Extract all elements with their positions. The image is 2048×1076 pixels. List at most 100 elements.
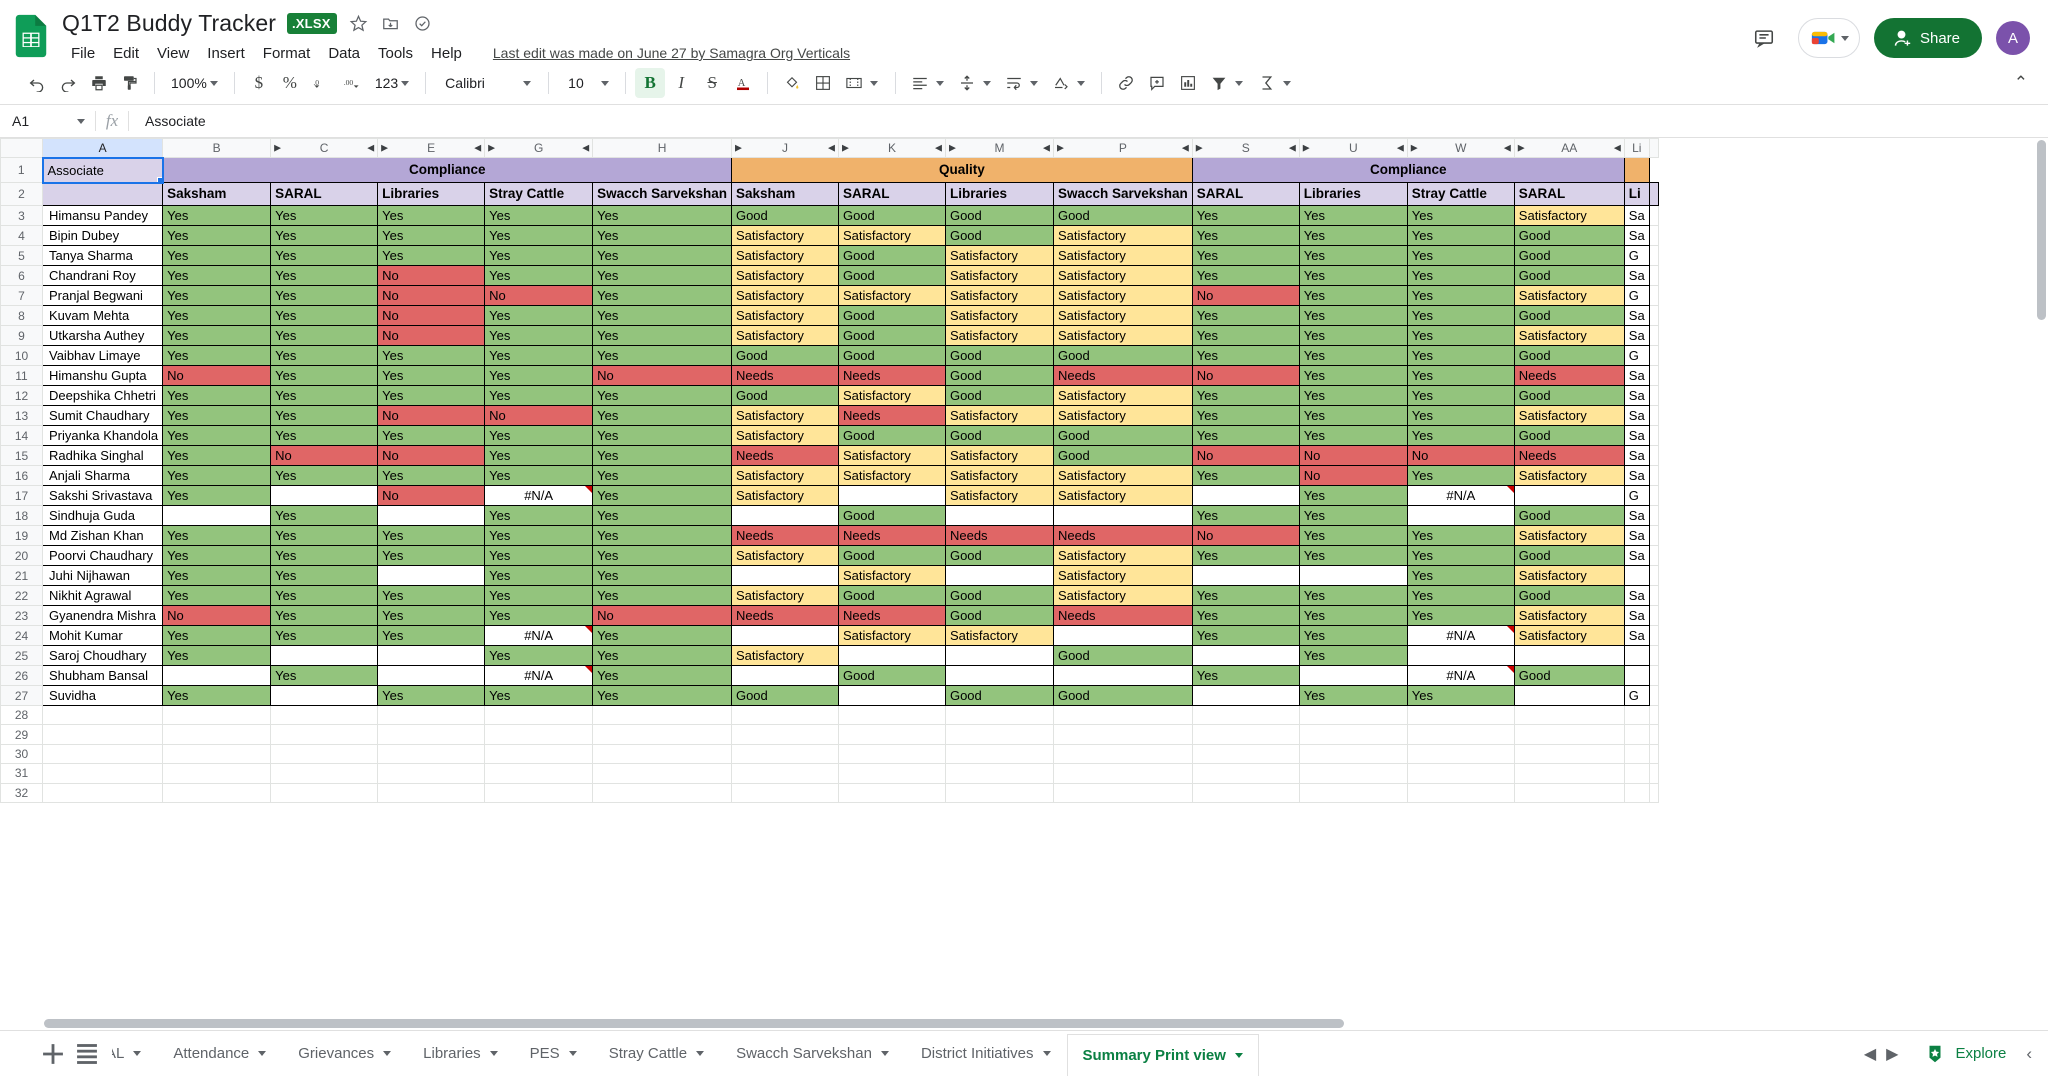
data-cell[interactable]: Yes [1191,505,1300,526]
data-cell[interactable]: Good [944,385,1054,406]
data-cell[interactable]: Yes [592,265,732,286]
empty-cell[interactable] [837,782,946,803]
data-cell[interactable]: Yes [1191,425,1300,446]
data-cell[interactable]: Satisfactory [730,265,839,286]
empty-cell[interactable] [1298,782,1408,803]
associate-name-cell[interactable]: Sumit Chaudhary [41,405,164,426]
data-cell[interactable]: Yes [484,545,594,566]
empty-cell[interactable] [1513,704,1625,726]
associate-name-cell[interactable]: Radhika Singhal [41,445,164,466]
empty-cell[interactable] [730,782,839,803]
data-cell[interactable]: Sa [1623,545,1650,566]
menu-edit[interactable]: Edit [104,43,148,64]
data-cell[interactable]: No [377,285,486,306]
data-cell[interactable]: Good [944,225,1054,246]
chevron-down-icon[interactable] [1042,1051,1051,1056]
group-header-compliance-0[interactable]: Compliance [162,157,732,183]
data-cell[interactable]: Needs [730,605,839,626]
data-cell[interactable] [730,505,839,526]
horizontal-align-icon[interactable] [905,68,935,98]
collapse-left-icon[interactable]: ◀ [1504,143,1511,154]
data-cell[interactable]: Satisfactory [1513,205,1625,226]
data-cell[interactable]: Good [837,345,946,366]
row-header-6[interactable]: 6 [0,265,43,286]
data-cell[interactable]: No [377,325,486,346]
data-cell[interactable]: Good [837,665,946,686]
data-cell-extra[interactable] [1648,625,1659,646]
empty-cell[interactable] [1298,763,1408,784]
collapse-left-icon[interactable]: ◀ [1043,143,1050,154]
number-format-selector[interactable]: 123 [368,68,416,98]
empty-cell[interactable] [162,763,272,784]
tab-prev-icon[interactable]: ◀ [1864,1044,1876,1064]
data-cell[interactable]: Yes [592,465,732,486]
data-cell[interactable]: Good [1513,545,1625,566]
data-cell[interactable]: Yes [162,565,272,586]
empty-cell[interactable] [377,782,486,803]
data-cell[interactable]: Yes [1406,585,1515,606]
column-header-m[interactable]: M ◀ ▶ [944,138,1054,158]
data-cell[interactable]: Yes [1406,285,1515,306]
decrease-decimal-icon[interactable]: .0 [306,68,336,98]
data-cell[interactable]: #N/A [484,625,594,646]
data-cell-extra[interactable] [1648,245,1659,266]
column-header-b[interactable]: B [162,138,272,158]
data-cell[interactable]: Yes [162,485,272,506]
data-cell-extra[interactable] [1648,525,1659,546]
data-cell[interactable] [1052,665,1193,686]
name-box[interactable]: A1 [0,105,95,137]
associate-name-cell[interactable]: Chandrani Roy [41,265,164,286]
data-cell[interactable] [377,505,486,526]
data-cell[interactable]: Yes [162,625,272,646]
menu-format[interactable]: Format [254,43,320,64]
data-cell[interactable]: Yes [484,245,594,266]
associate-name-cell[interactable]: Gyanendra Mishra [41,605,164,626]
empty-cell[interactable] [1052,724,1193,745]
collapse-right-icon[interactable]: ▶ [381,143,388,154]
sheet-tab-attendance[interactable]: Attendance [157,1031,282,1076]
data-cell[interactable]: Good [1513,385,1625,406]
data-cell[interactable] [377,645,486,666]
data-cell[interactable] [1052,625,1193,646]
data-cell[interactable]: Yes [162,405,272,426]
data-cell[interactable] [944,645,1054,666]
data-cell[interactable]: Yes [377,685,486,706]
row-header-1[interactable]: 1 [0,157,43,183]
data-cell[interactable]: Yes [484,565,594,586]
associate-name-cell[interactable]: Priyanka Khandola [41,425,164,446]
vertical-scrollbar[interactable] [2034,138,2048,1030]
chevron-down-icon[interactable] [568,1051,577,1056]
data-cell[interactable]: No [1191,525,1300,546]
data-cell[interactable] [730,565,839,586]
data-cell[interactable]: Yes [270,265,379,286]
data-cell[interactable]: No [377,305,486,326]
row-header-10[interactable]: 10 [0,345,43,366]
data-cell[interactable]: Yes [1406,365,1515,386]
associate-name-cell[interactable]: Utkarsha Authey [41,325,164,346]
row-header-28[interactable]: 28 [0,704,43,726]
data-cell[interactable]: Satisfactory [1513,625,1625,646]
column-header-j[interactable]: J ◀ ▶ [730,138,839,158]
data-cell[interactable]: No [592,365,732,386]
data-cell[interactable]: Yes [270,325,379,346]
data-cell[interactable]: Yes [270,565,379,586]
row-header-2[interactable]: 2 [0,182,43,206]
row-header-23[interactable]: 23 [0,605,43,626]
empty-cell[interactable] [1513,743,1625,765]
data-cell[interactable]: Yes [1298,365,1408,386]
data-cell[interactable]: Sa [1623,625,1650,646]
data-cell[interactable]: Yes [484,365,594,386]
data-cell[interactable]: Yes [1191,305,1300,326]
data-cell[interactable]: Yes [1298,265,1408,286]
data-cell[interactable]: Yes [1406,345,1515,366]
data-cell[interactable] [270,485,379,506]
data-cell[interactable]: Satisfactory [730,485,839,506]
data-cell[interactable]: #N/A [1406,665,1515,686]
associate-name-cell[interactable]: Nikhit Agrawal [41,585,164,606]
vertical-align-icon[interactable] [952,68,982,98]
collapse-left-icon[interactable]: ◀ [474,143,481,154]
redo-icon[interactable] [53,68,83,98]
data-cell[interactable]: Satisfactory [837,465,946,486]
data-cell[interactable]: Yes [1298,625,1408,646]
data-cell[interactable]: Yes [377,365,486,386]
